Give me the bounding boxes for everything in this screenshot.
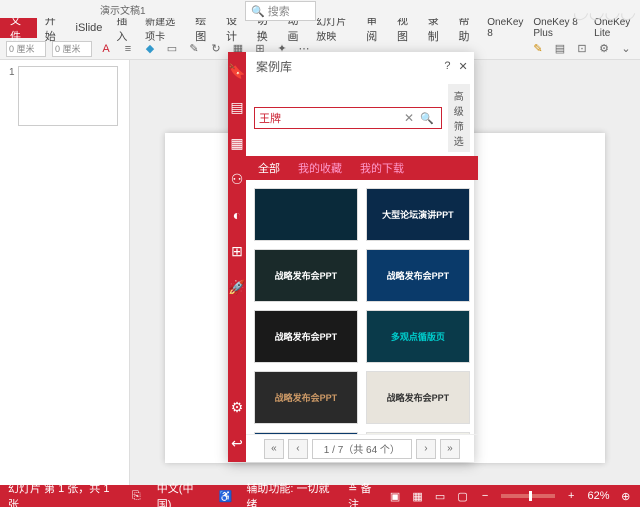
file-tab[interactable]: 文件 [0,18,37,38]
tab-favorites[interactable]: 我的收藏 [298,160,342,176]
search-input[interactable] [259,112,401,124]
grid-icon[interactable]: ▦ [228,134,246,152]
panel-body: 案例库 ? ✕ ✕ 🔍 高级筛选 全部 我的收藏 我的下载 大型论坛演讲PPT战… [246,52,478,462]
reading-view-icon[interactable]: ▭ [434,489,447,503]
help-icon[interactable]: ? [444,60,450,72]
slide-thumb-1[interactable]: 1 [18,66,118,126]
watermark-icon: ◡◡◡◡ [572,2,635,23]
slideshow-view-icon[interactable]: ▢ [456,489,469,503]
shape-icon[interactable]: ▭ [164,41,180,57]
access-icon[interactable]: ♿ [219,489,233,503]
close-icon[interactable]: ✕ [459,60,468,73]
zoom-out-icon[interactable]: − [479,489,492,503]
clear-icon[interactable]: ✕ [401,111,417,125]
panel-header: 案例库 ? ✕ [246,52,478,80]
template-card[interactable]: 战略发布会PPT [366,371,470,424]
next-page-button[interactable]: › [416,439,436,459]
layers-icon[interactable]: ▤ [552,41,568,57]
template-card[interactable]: 多观点循版页 [366,310,470,363]
hierarchy-icon[interactable]: ⚇ [228,170,246,188]
globe-icon[interactable]: ◐ [228,206,246,224]
title-bar: 演示文稿1 🔍 搜索 ◡◡◡◡ [0,0,640,18]
template-card[interactable] [254,188,358,241]
brush-icon[interactable]: ✎ [530,41,546,57]
template-card[interactable]: 战略发布会PPT [366,249,470,302]
template-card[interactable]: 战略发布会PPT [254,249,358,302]
search-icon: 🔍 [251,5,265,18]
case-library-panel: 🔖 ▤ ▦ ⚇ ◐ ⊞ 🚀 ⚙ ↩ 案例库 ? ✕ ✕ 🔍 高级筛选 全部 [228,52,474,462]
tab-all[interactable]: 全部 [258,160,280,176]
document-title: 演示文稿1 [100,2,146,17]
thumb-number: 1 [9,67,15,78]
template-card[interactable]: 大型论坛演讲PPT [366,188,470,241]
template-card[interactable]: 战略发布会PPT [254,310,358,363]
gear-icon[interactable]: ⚙ [228,398,246,416]
bookmark-icon[interactable]: 🔖 [228,62,246,80]
sorter-view-icon[interactable]: ▦ [411,489,424,503]
notes-button[interactable]: ≙ 备注 [348,480,379,512]
fill-icon[interactable]: ◆ [142,41,158,57]
global-search[interactable]: 🔍 搜索 [245,1,316,21]
width-box[interactable]: 0 厘米 [6,41,46,57]
last-page-button[interactable]: » [440,439,460,459]
zoom-level[interactable]: 62% [588,490,610,502]
slide-count: 幻灯片 第 1 张，共 1 张 [8,480,116,512]
height-box[interactable]: 0 厘米 [52,41,92,57]
templates-icon[interactable]: ▤ [228,98,246,116]
panel-sidebar: 🔖 ▤ ▦ ⚇ ◐ ⊞ 🚀 ⚙ ↩ [228,52,246,462]
panel-tabs: 全部 我的收藏 我的下载 [246,156,478,180]
link-icon[interactable]: ⊡ [574,41,590,57]
search-icon[interactable]: 🔍 [417,112,437,125]
first-page-button[interactable]: « [264,439,284,459]
tab-downloads[interactable]: 我的下载 [360,160,404,176]
zoom-slider[interactable] [501,494,555,498]
search-row: ✕ 🔍 高级筛选 [246,80,478,156]
template-card[interactable]: 战略发布会PPT [254,371,358,424]
status-bar: 幻灯片 第 1 张，共 1 张 ⎘ 中文(中国) ♿ 辅助功能: 一切就绪 ≙ … [0,485,640,507]
fit-icon[interactable]: ⊕ [620,489,633,503]
accessibility: 辅助功能: 一切就绪 [246,480,334,512]
results-grid: 大型论坛演讲PPT战略发布会PPT战略发布会PPT战略发布会PPT多观点循版页战… [246,180,478,434]
zoom-in-icon[interactable]: + [565,489,578,503]
slide-thumbnails: 1 [0,60,130,485]
search-box: ✕ 🔍 [254,107,442,129]
advanced-filter-button[interactable]: 高级筛选 [448,84,470,152]
lang-icon[interactable]: ⎘ [130,489,143,503]
eyedrop-icon[interactable]: ✎ [186,41,202,57]
rotate-icon[interactable]: ↻ [208,41,224,57]
font-color-icon[interactable]: A [98,41,114,57]
modules-icon[interactable]: ⊞ [228,242,246,260]
list-icon[interactable]: ≡ [120,41,136,57]
pager: « ‹ 1 / 7（共 64 个） › » [246,434,478,462]
rocket-icon[interactable]: 🚀 [228,278,246,296]
panel-title: 案例库 [256,58,292,75]
settings-icon[interactable]: ⚙ [596,41,612,57]
normal-view-icon[interactable]: ▣ [389,489,402,503]
page-info: 1 / 7（共 64 个） [312,439,412,459]
language[interactable]: 中文(中国) [157,480,205,512]
collapse-icon[interactable]: ⌄ [618,41,634,57]
back-icon[interactable]: ↩ [228,434,246,452]
ribbon-tabs: 文件 开始 iSlide 插入 新建选项卡 绘图 设计 切换 动画 幻灯片放映 … [0,18,640,38]
prev-page-button[interactable]: ‹ [288,439,308,459]
tab-islide[interactable]: iSlide [70,18,109,38]
